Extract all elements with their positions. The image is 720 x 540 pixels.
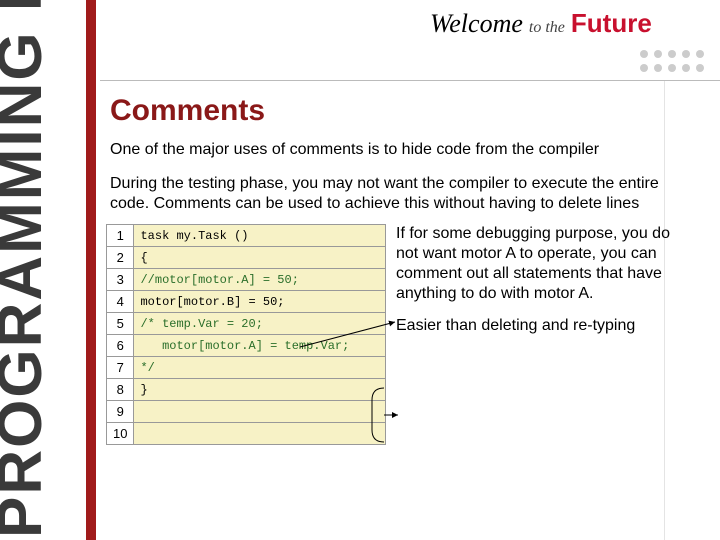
line-number: 6 (107, 335, 134, 357)
welcome-future: Future (571, 8, 652, 39)
slide-title: Comments (104, 90, 704, 136)
code-row: 5/* temp.Var = 20; (107, 313, 386, 335)
code-row: 8} (107, 379, 386, 401)
code-cell: /* temp.Var = 20; (134, 313, 386, 335)
dot-grid-icon (640, 50, 706, 74)
line-number: 7 (107, 357, 134, 379)
slide-content: Comments One of the major uses of commen… (104, 90, 704, 445)
code-row: 4motor[motor.B] = 50; (107, 291, 386, 313)
code-row: 10 (107, 423, 386, 445)
code-cell: motor[motor.B] = 50; (134, 291, 386, 313)
welcome-branding: Welcome to the Future (430, 8, 710, 39)
annotation-1: If for some debugging purpose, you do no… (396, 224, 696, 304)
paragraph-2: During the testing phase, you may not wa… (104, 170, 704, 224)
code-cell: */ (134, 357, 386, 379)
code-row: 9 (107, 401, 386, 423)
code-row: 2{ (107, 247, 386, 269)
line-number: 10 (107, 423, 134, 445)
annotation-block: If for some debugging purpose, you do no… (396, 224, 696, 348)
code-cell: task my.Task () (134, 225, 386, 247)
code-row: 3//motor[motor.A] = 50; (107, 269, 386, 291)
code-cell (134, 401, 386, 423)
accent-bar (86, 0, 96, 540)
code-row: 7*/ (107, 357, 386, 379)
side-title: PROGRAMMING RULES (0, 0, 82, 540)
header-divider (100, 80, 720, 81)
line-number: 3 (107, 269, 134, 291)
code-cell: { (134, 247, 386, 269)
line-number: 9 (107, 401, 134, 423)
code-cell: } (134, 379, 386, 401)
code-cell: //motor[motor.A] = 50; (134, 269, 386, 291)
line-number: 2 (107, 247, 134, 269)
code-row: 6 motor[motor.A] = temp.Var; (107, 335, 386, 357)
code-table: 1task my.Task ()2{3//motor[motor.A] = 50… (106, 224, 386, 445)
welcome-word: Welcome (430, 9, 523, 39)
code-cell: motor[motor.A] = temp.Var; (134, 335, 386, 357)
welcome-to: to the (529, 19, 565, 37)
line-number: 8 (107, 379, 134, 401)
code-row: 1task my.Task () (107, 225, 386, 247)
code-cell (134, 423, 386, 445)
line-number: 5 (107, 313, 134, 335)
line-number: 4 (107, 291, 134, 313)
annotation-2: Easier than deleting and re-typing (396, 316, 696, 336)
line-number: 1 (107, 225, 134, 247)
paragraph-1: One of the major uses of comments is to … (104, 136, 704, 170)
